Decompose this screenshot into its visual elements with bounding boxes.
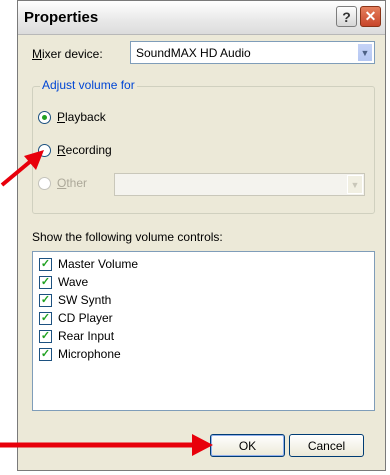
list-item-label: SW Synth	[58, 293, 112, 307]
list-item-label: Wave	[58, 275, 89, 289]
volume-controls-list[interactable]: ✓ Master Volume ✓ Wave ✓ SW Synth ✓ CD Playe…	[32, 251, 375, 411]
properties-dialog: Properties ? ✕ Mixer device: SoundMAX HD…	[17, 0, 386, 471]
arrow-to-ok-icon	[0, 434, 213, 456]
cancel-button[interactable]: Cancel	[289, 434, 364, 457]
ok-button[interactable]: OK	[210, 434, 285, 457]
checkbox[interactable]: ✓	[39, 275, 52, 289]
adjust-volume-legend: Adjust volume for	[40, 78, 137, 92]
mixer-device-value: SoundMAX HD Audio	[136, 46, 251, 60]
other-device-select[interactable]: ▼	[114, 173, 365, 196]
list-item-label: Master Volume	[58, 257, 139, 271]
checkbox[interactable]: ✓	[39, 293, 52, 307]
checkbox[interactable]: ✓	[39, 257, 52, 271]
mixer-device-label: Mixer device:	[32, 47, 103, 61]
list-item-label: CD Player	[58, 311, 113, 325]
list-item[interactable]: ✓ SW Synth	[39, 292, 111, 308]
volume-controls-heading: Show the following volume controls:	[32, 230, 223, 244]
close-button[interactable]: ✕	[360, 6, 381, 27]
mixer-device-select[interactable]: SoundMAX HD Audio ▼	[130, 41, 375, 64]
checkbox[interactable]: ✓	[39, 311, 52, 325]
window-title: Properties	[24, 9, 99, 26]
list-item[interactable]: ✓ Wave	[39, 274, 88, 290]
list-item[interactable]: ✓ Rear Input	[39, 328, 114, 344]
playback-radio[interactable]	[38, 111, 51, 124]
chevron-down-icon[interactable]: ▼	[347, 175, 363, 194]
list-item-label: Rear Input	[58, 329, 115, 343]
checkbox[interactable]: ✓	[39, 347, 52, 361]
checkbox[interactable]: ✓	[39, 329, 52, 343]
list-item-label: Microphone	[58, 347, 121, 361]
other-label: Other	[57, 176, 88, 190]
list-item[interactable]: ✓ Master Volume	[39, 256, 138, 272]
chevron-down-icon[interactable]: ▼	[357, 43, 373, 62]
playback-label: Playback	[57, 110, 106, 124]
arrow-to-recording-icon	[0, 150, 44, 187]
recording-label: Recording	[57, 143, 112, 157]
title-bar[interactable]: Properties ? ✕	[18, 1, 385, 35]
radio-selected-dot	[42, 115, 47, 120]
list-item[interactable]: ✓ CD Player	[39, 310, 113, 326]
help-button[interactable]: ?	[336, 6, 357, 27]
list-item[interactable]: ✓ Microphone	[39, 346, 121, 362]
